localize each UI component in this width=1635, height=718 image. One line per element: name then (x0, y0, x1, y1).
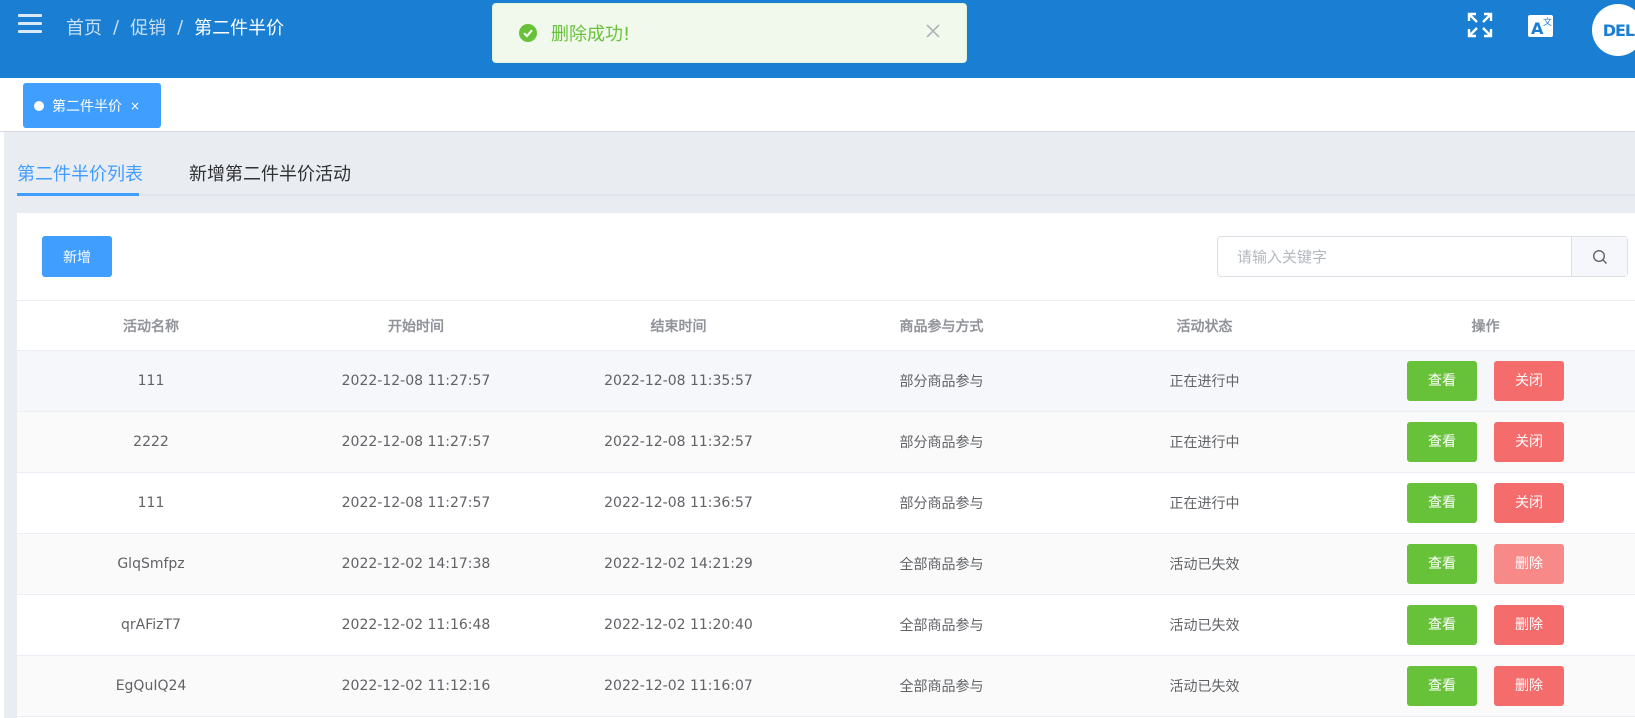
toast-message: 删除成功! (551, 24, 631, 45)
col-header-status: 活动状态 (1073, 300, 1336, 351)
check-circle-icon (519, 24, 537, 42)
cell-status: 活动已失效 (1073, 655, 1336, 717)
cell-name: qrAFizT7 (17, 594, 285, 656)
add-button[interactable]: 新增 (42, 236, 112, 277)
cell-mode: 全部商品参与 (810, 533, 1073, 595)
list-panel: 新增 活动名称 开始时间 结束时间 商品参与方式 活动状态 操作 (17, 213, 1635, 718)
cell-mode: 全部商品参与 (810, 594, 1073, 656)
svg-text:文: 文 (1543, 16, 1552, 28)
search-input[interactable] (1218, 237, 1571, 276)
table-row: 111 2022-12-08 11:27:57 2022-12-08 11:35… (17, 350, 1635, 412)
cell-actions: 查看 删除 (1336, 533, 1635, 595)
view-button[interactable]: 查看 (1407, 544, 1477, 584)
table-header-row: 活动名称 开始时间 结束时间 商品参与方式 活动状态 操作 (17, 300, 1635, 351)
tab-add-activity[interactable]: 新增第二件半价活动 (189, 160, 351, 186)
view-button[interactable]: 查看 (1407, 361, 1477, 401)
cell-end: 2022-12-02 11:20:40 (547, 594, 810, 656)
tag-second-half-price[interactable]: 第二件半价 × (23, 83, 161, 128)
cell-start: 2022-12-08 11:27:57 (285, 350, 547, 412)
table-row: GlqSmfpz 2022-12-02 14:17:38 2022-12-02 … (17, 533, 1635, 595)
cell-name: 2222 (17, 411, 285, 473)
cell-status: 正在进行中 (1073, 472, 1336, 534)
search-icon (1592, 249, 1607, 264)
col-header-end: 结束时间 (547, 300, 810, 351)
tag-label: 第二件半价 (52, 98, 122, 115)
breadcrumb-separator: / (177, 16, 184, 38)
table-row: 2222 2022-12-08 11:27:57 2022-12-08 11:3… (17, 411, 1635, 473)
view-button[interactable]: 查看 (1407, 483, 1477, 523)
cell-end: 2022-12-08 11:35:57 (547, 350, 810, 412)
cell-mode: 部分商品参与 (810, 472, 1073, 534)
cell-actions: 查看 删除 (1336, 594, 1635, 656)
col-header-actions: 操作 (1336, 300, 1635, 351)
cell-mode: 部分商品参与 (810, 411, 1073, 473)
cell-status: 正在进行中 (1073, 411, 1336, 473)
cell-status: 活动已失效 (1073, 594, 1336, 656)
view-button[interactable]: 查看 (1407, 605, 1477, 645)
col-header-start: 开始时间 (285, 300, 547, 351)
cell-status: 正在进行中 (1073, 350, 1336, 412)
cell-status: 活动已失效 (1073, 533, 1336, 595)
cell-start: 2022-12-08 11:27:57 (285, 472, 547, 534)
search-box (1217, 236, 1628, 277)
breadcrumb-promotion[interactable]: 促销 (130, 14, 166, 40)
delete-button[interactable]: 删除 (1494, 544, 1564, 584)
success-toast: 删除成功! (492, 3, 967, 63)
cell-mode: 部分商品参与 (810, 350, 1073, 412)
translate-icon[interactable]: A 文 (1527, 12, 1555, 40)
col-header-name: 活动名称 (17, 300, 285, 351)
cell-end: 2022-12-08 11:36:57 (547, 472, 810, 534)
cell-actions: 查看 关闭 (1336, 411, 1635, 473)
close-activity-button[interactable]: 关闭 (1494, 361, 1564, 401)
tab-list[interactable]: 第二件半价列表 (17, 160, 143, 186)
breadcrumb-home[interactable]: 首页 (66, 14, 102, 40)
cell-start: 2022-12-02 11:12:16 (285, 655, 547, 717)
tabs: 第二件半价列表 新增第二件半价活动 (17, 150, 1635, 196)
delete-button[interactable]: 删除 (1494, 666, 1564, 706)
close-activity-button[interactable]: 关闭 (1494, 483, 1564, 523)
table-row: EgQuIQ24 2022-12-02 11:12:16 2022-12-02 … (17, 655, 1635, 717)
view-button[interactable]: 查看 (1407, 666, 1477, 706)
cell-start: 2022-12-02 14:17:38 (285, 533, 547, 595)
cell-actions: 查看 关闭 (1336, 350, 1635, 412)
tag-close-icon[interactable]: × (130, 99, 140, 113)
breadcrumb-separator: / (113, 16, 120, 38)
cell-end: 2022-12-08 11:32:57 (547, 411, 810, 473)
cell-name: 111 (17, 472, 285, 534)
breadcrumb: 首页 / 促销 / 第二件半价 (66, 14, 284, 40)
tags-view-bar: 第二件半价 × (0, 78, 1635, 132)
view-button[interactable]: 查看 (1407, 422, 1477, 462)
activity-table: 活动名称 开始时间 结束时间 商品参与方式 活动状态 操作 111 2022-1… (17, 300, 1635, 717)
logo-text: DELL (1602, 20, 1635, 40)
cell-name: GlqSmfpz (17, 533, 285, 595)
cell-end: 2022-12-02 11:16:07 (547, 655, 810, 717)
cell-mode: 全部商品参与 (810, 655, 1073, 717)
cell-name: EgQuIQ24 (17, 655, 285, 717)
delete-button[interactable]: 删除 (1494, 605, 1564, 645)
cell-start: 2022-12-02 11:16:48 (285, 594, 547, 656)
cell-name: 111 (17, 350, 285, 412)
table-row: qrAFizT7 2022-12-02 11:16:48 2022-12-02 … (17, 594, 1635, 656)
avatar[interactable]: DELL (1592, 4, 1635, 56)
table-row: 111 2022-12-08 11:27:57 2022-12-08 11:36… (17, 472, 1635, 534)
close-icon[interactable] (924, 22, 944, 42)
cell-actions: 查看 关闭 (1336, 472, 1635, 534)
search-button[interactable] (1571, 237, 1627, 276)
fullscreen-icon[interactable] (1467, 12, 1495, 40)
cell-start: 2022-12-08 11:27:57 (285, 411, 547, 473)
tab-active-indicator (17, 193, 139, 196)
cell-end: 2022-12-02 14:21:29 (547, 533, 810, 595)
left-edge (0, 132, 4, 718)
cell-actions: 查看 删除 (1336, 655, 1635, 717)
hamburger-menu-icon[interactable] (18, 14, 42, 34)
col-header-mode: 商品参与方式 (810, 300, 1073, 351)
active-dot-icon (34, 100, 44, 111)
close-activity-button[interactable]: 关闭 (1494, 422, 1564, 462)
breadcrumb-current: 第二件半价 (194, 18, 285, 39)
